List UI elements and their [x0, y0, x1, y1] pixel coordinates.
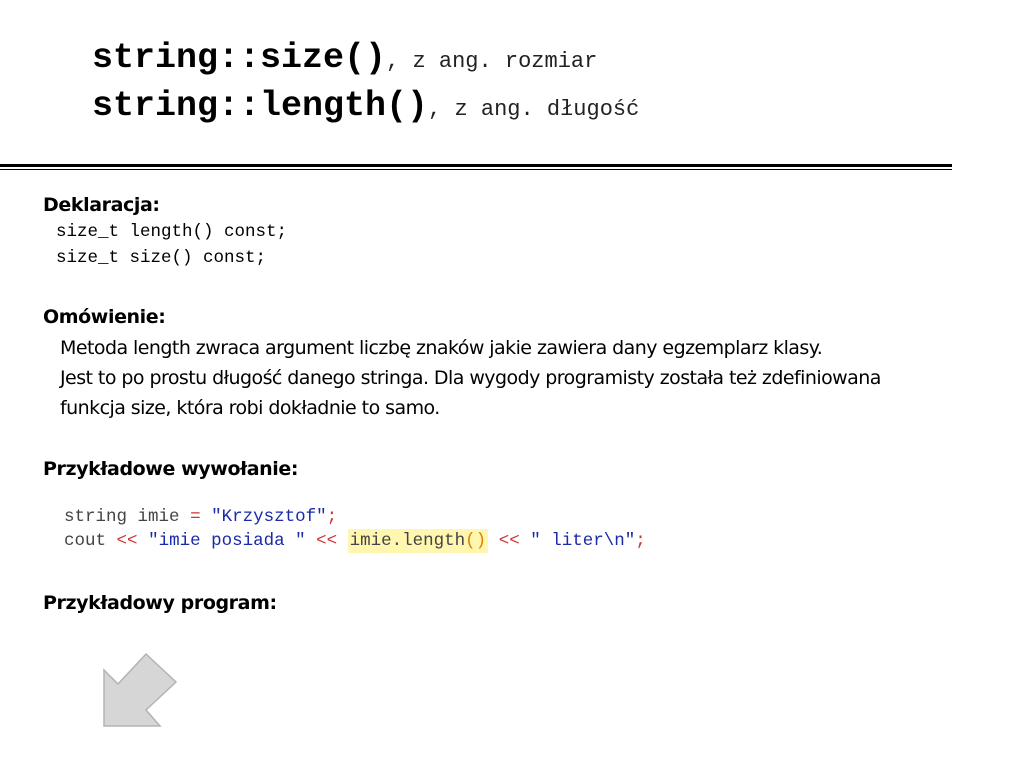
declaration-line: size_t size() const;	[56, 248, 267, 268]
code-type: string	[64, 507, 128, 527]
discussion-line: Metoda length zwraca argument liczbę zna…	[60, 337, 823, 359]
divider-thick	[0, 164, 952, 167]
discussion-heading: Omówienie:	[43, 306, 166, 328]
code-variable: imie	[137, 507, 180, 527]
code-assign: =	[190, 507, 201, 527]
code-semicolon: ;	[635, 531, 646, 551]
example-call-heading: Przykładowe wywołanie:	[43, 458, 299, 480]
declaration-line: size_t length() const;	[56, 222, 288, 242]
code-operator: <<	[498, 531, 520, 551]
discussion-line: Jest to po prostu długość danego stringa…	[60, 367, 881, 389]
highlighted-length-call: imie.length()	[347, 529, 489, 553]
code-call-parens: ()	[465, 531, 487, 551]
code-string-literal: " liter\n"	[530, 531, 636, 551]
title-line-length: string::length(), z ang. długość	[92, 86, 639, 126]
divider-thin	[0, 169, 952, 170]
code-line-2: cout << "imie posiada " << imie.length()…	[64, 529, 646, 553]
code-string-literal: "imie posiada "	[148, 531, 306, 551]
arrow-down-left-icon[interactable]	[100, 652, 180, 730]
title-size-translation: , z ang. rozmiar	[386, 49, 598, 74]
title-size-method: string::size()	[92, 38, 387, 78]
code-string-literal: "Krzysztof"	[211, 507, 327, 527]
title-line-size: string::size(), z ang. rozmiar	[92, 38, 597, 78]
code-operator: <<	[316, 531, 338, 551]
code-call-object: imie.length	[349, 531, 466, 551]
code-semicolon: ;	[326, 507, 338, 527]
code-stream: cout	[64, 531, 107, 551]
declaration-heading: Deklaracja:	[43, 194, 160, 216]
code-line-1: string imie = "Krzysztof";	[64, 507, 337, 527]
discussion-line: funkcja size, która robi dokładnie to sa…	[60, 397, 440, 419]
code-operator: <<	[116, 531, 138, 551]
title-length-method: string::length()	[92, 86, 429, 126]
example-program-heading: Przykładowy program:	[43, 592, 277, 614]
title-length-translation: , z ang. długość	[428, 97, 640, 122]
